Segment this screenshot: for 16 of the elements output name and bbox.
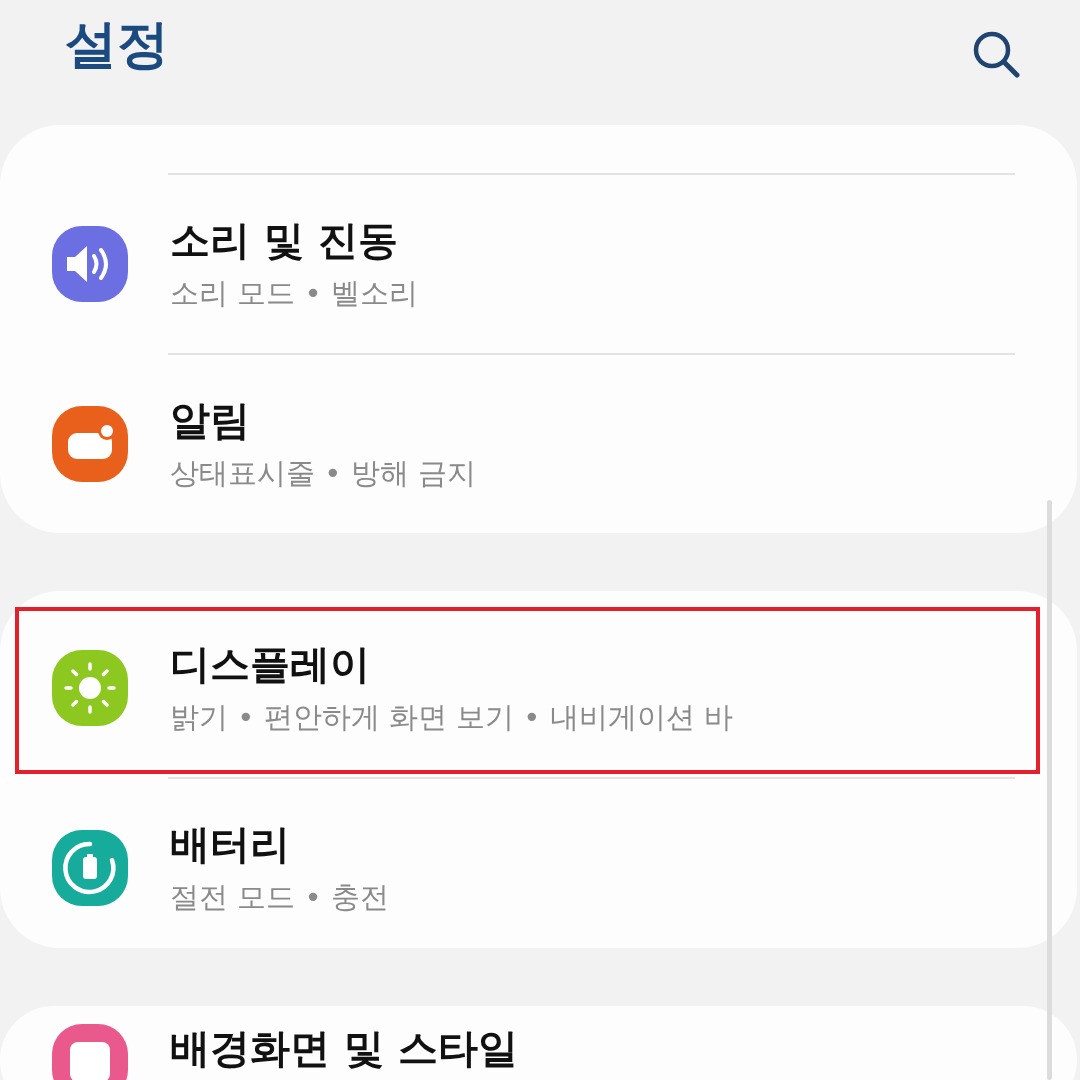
scrollbar[interactable]	[1047, 500, 1052, 1080]
display-icon[interactable]	[52, 650, 128, 726]
battery-icon[interactable]	[52, 830, 128, 906]
setting-subtitle: 밝기 • 편안하게 화면 보기 • 내비게이션 바	[170, 699, 733, 736]
setting-title[interactable]: 배터리	[170, 820, 389, 868]
setting-subtitle: 상태표시줄 • 방해 금지	[170, 455, 476, 492]
wallpaper-icon[interactable]	[52, 1024, 128, 1080]
setting-title[interactable]: 소리 및 진동	[170, 216, 418, 264]
setting-title[interactable]: 디스플레이	[170, 640, 733, 688]
page-title: 설정	[65, 13, 169, 76]
setting-subtitle: 절전 모드 • 충전	[170, 879, 389, 916]
setting-title[interactable]: 알림	[170, 396, 476, 444]
sound-icon[interactable]	[52, 226, 128, 302]
setting-title[interactable]: 배경화면 및 스타일	[170, 1024, 518, 1072]
notification-icon[interactable]	[52, 406, 128, 482]
setting-subtitle: 소리 모드 • 벨소리	[170, 275, 418, 312]
